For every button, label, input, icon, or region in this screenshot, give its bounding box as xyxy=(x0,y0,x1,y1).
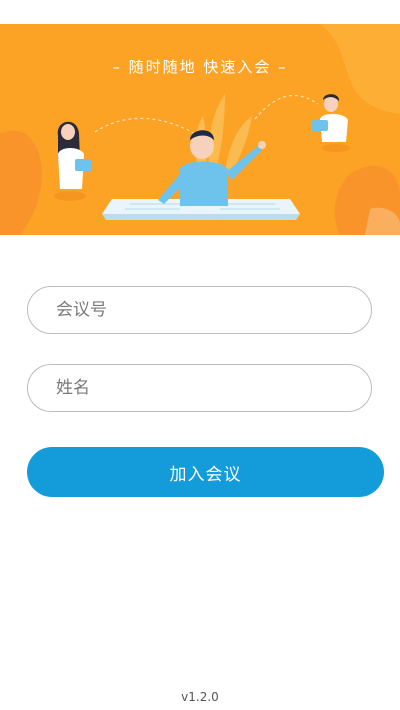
join-meeting-screen: – 随时随地 快速入会 – 加入会议 v1.2.0 xyxy=(0,0,400,710)
meeting-number-field[interactable] xyxy=(27,286,372,334)
name-field[interactable] xyxy=(27,364,372,412)
meeting-number-input[interactable] xyxy=(28,287,371,333)
hero-banner: – 随时随地 快速入会 – xyxy=(0,24,400,235)
banner-slogan: – 随时随地 快速入会 – xyxy=(112,58,288,76)
join-meeting-button[interactable]: 加入会议 xyxy=(27,447,384,497)
name-input[interactable] xyxy=(28,365,371,411)
app-version: v1.2.0 xyxy=(181,690,219,704)
